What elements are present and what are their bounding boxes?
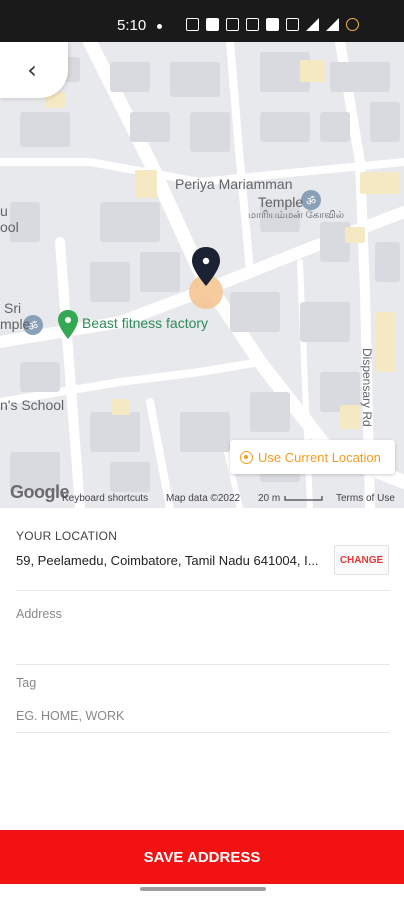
bluetooth-icon [226,17,239,31]
tag-input[interactable]: EG. HOME, WORK [16,709,124,723]
map-data-attribution: Map data ©2022 [166,493,241,504]
status-bar: 5:10 [0,0,404,42]
back-button[interactable]: ‹ [0,42,68,98]
save-address-button[interactable]: SAVE ADDRESS [0,830,404,884]
tag-field-label: Tag [16,676,37,690]
keyboard-shortcuts-link[interactable]: Keyboard shortcuts [62,493,148,504]
map-label-temple: Periya Mariamman [175,176,293,192]
terms-of-use-link[interactable]: Terms of Use [336,493,395,504]
battery-icon [346,17,359,31]
wifi-icon [266,17,279,31]
address-field-underline [16,664,390,665]
map-label-temple-2: Temple [258,194,304,210]
use-current-location-button[interactable]: Use Current Location [230,440,395,474]
map-label-sri: Sri [4,300,22,316]
map-label-temple-left: mple [0,316,31,332]
svg-text:ॐ: ॐ [306,195,316,208]
notification-dot-icon [157,24,162,29]
use-current-location-label: Use Current Location [258,449,381,465]
map-view[interactable]: ॐ ॐ Periya Mariamman Temple மாரியம்மன் க… [0,42,404,508]
your-location-label: YOUR LOCATION [16,529,118,543]
nfc-icon [186,17,199,31]
data-icon [286,17,299,31]
map-label-school-left: ool [0,219,19,235]
signal-1-icon [306,17,319,31]
map-scale-label: 20 m [258,493,281,504]
status-time: 5:10 [117,17,147,34]
google-logo: Google [10,482,70,502]
change-location-button[interactable]: CHANGE [334,545,389,575]
home-indicator[interactable] [140,887,266,891]
volte-icon [246,17,259,31]
map-label-school: n's School [0,397,65,413]
chevron-left-icon: ‹ [27,56,37,84]
map-label-gym[interactable]: Beast fitness factory [82,315,208,331]
screen: 5:10 ॐ ॐ Periya Mariamman Temple மாரியம்… [0,0,404,900]
location-target-icon [240,450,253,464]
address-field-label[interactable]: Address [16,607,62,621]
status-icons [186,16,359,32]
location-value: 59, Peelamedu, Coimbatore, Tamil Nadu 64… [16,553,319,568]
vibrate-icon [206,17,219,31]
map-label-left-top: u [0,203,8,219]
divider [16,590,390,591]
tag-field-underline [16,732,390,733]
map-label-dispensary-road: Dispensary Rd [360,348,374,427]
map-label-temple-tamil: மாரியம்மன் கோவில் [248,210,345,221]
signal-2-icon [326,17,339,31]
map-graphic: ॐ ॐ [0,42,404,508]
